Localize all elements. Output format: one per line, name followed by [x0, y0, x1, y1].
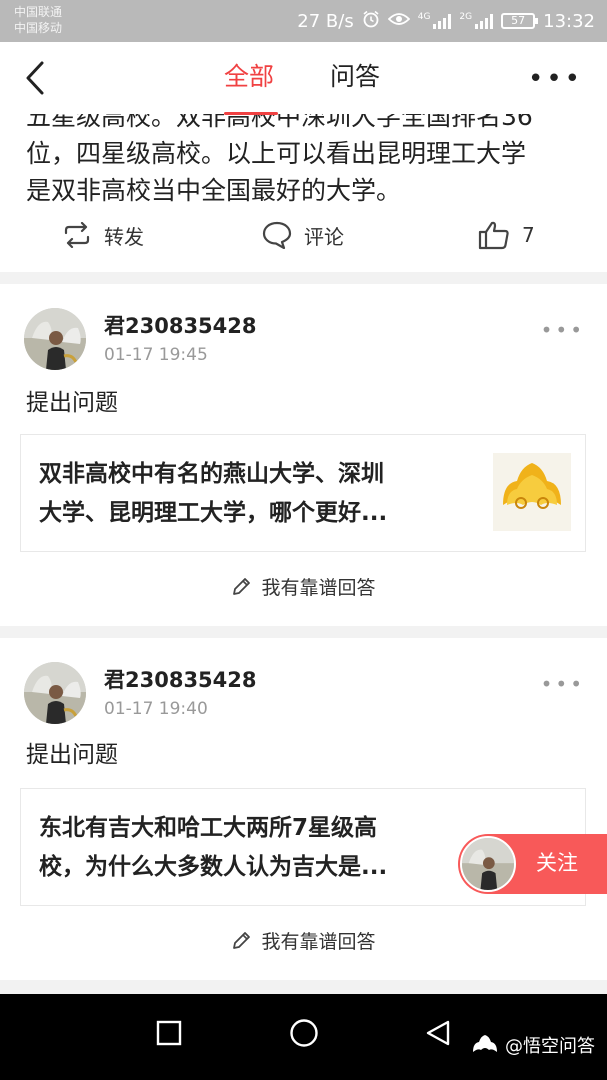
network-type-2: 2G [459, 12, 473, 22]
follow-label: 关注 [536, 851, 578, 875]
answer-label: 我有靠谱回答 [261, 577, 376, 599]
signal-icon: 4G [418, 13, 452, 29]
chevron-left-icon [26, 61, 44, 95]
question-line: 大学、昆明理工大学，哪个更好... [39, 500, 388, 526]
section-divider [0, 980, 607, 994]
post-text: 五星级高校。双非高校中深圳大学全国排名36 位，四星级高校。以上可以看出昆明理工… [26, 98, 586, 209]
carrier-2: 中国移动 [14, 21, 63, 35]
system-nav-bar: @悟空问答 [0, 994, 607, 1080]
question-line: 双非高校中有名的燕山大学、深圳 [39, 461, 384, 487]
avatar[interactable] [24, 662, 86, 724]
active-tab-indicator [224, 112, 278, 115]
network-speed: 27 B/s [297, 10, 354, 32]
watermark: @悟空问答 [471, 1032, 595, 1058]
wukong-logo-icon [493, 453, 571, 531]
post-time: 01-17 19:40 [104, 699, 208, 719]
square-icon [156, 1020, 182, 1046]
watermark-text: @悟空问答 [505, 1036, 595, 1057]
carrier-info: 中国联通 中国移动 [14, 4, 62, 36]
card-more-icon[interactable]: ••• [541, 672, 585, 696]
action-type-label: 提出问题 [26, 390, 118, 416]
post-time: 01-17 19:45 [104, 345, 208, 365]
answer-label: 我有靠谱回答 [261, 931, 376, 953]
question-title: 双非高校中有名的燕山大学、深圳 大学、昆明理工大学，哪个更好... [39, 455, 479, 533]
circle-icon [290, 1019, 318, 1047]
alarm-icon [362, 10, 380, 32]
section-divider [0, 272, 607, 284]
follow-avatar [460, 836, 516, 892]
signal-icon-2: 2G [459, 12, 494, 29]
question-title: 东北有吉大和哈工大两所7星级高 校，为什么大多数人认为吉大是... [39, 809, 479, 887]
post-line: 位，四星级高校。以上可以看出昆明理工大学 [26, 139, 527, 168]
card-more-icon[interactable]: ••• [541, 318, 585, 342]
tab-all[interactable]: 全部 [224, 60, 274, 94]
network-type-1: 4G [417, 12, 431, 22]
battery-icon: 57 [501, 13, 539, 29]
home-button[interactable] [289, 1018, 319, 1052]
carrier-1: 中国联通 [14, 5, 63, 19]
repost-icon [64, 222, 90, 248]
like-count: 7 [522, 223, 535, 247]
activity-card: 君230835428 01-17 19:40 ••• 提出问题 东北有吉大和哈工… [0, 638, 607, 980]
repost-label: 转发 [104, 224, 144, 249]
thumbs-up-icon [478, 221, 509, 250]
status-bar: 中国联通 中国移动 27 B/s 4G 2G 57 13:32 [0, 0, 607, 42]
follow-button[interactable]: 关注 [458, 834, 607, 894]
avatar[interactable] [24, 308, 86, 370]
header: 全部 问答 ••• [0, 42, 607, 115]
recent-apps-button[interactable] [156, 1020, 182, 1050]
section-divider [0, 626, 607, 638]
back-button[interactable] [22, 60, 52, 96]
tab-qa[interactable]: 问答 [330, 60, 380, 94]
wukong-logo-icon [473, 1035, 497, 1052]
activity-card: 君230835428 01-17 19:45 ••• 提出问题 双非高校中有名的… [0, 284, 607, 626]
back-nav-button[interactable] [424, 1019, 452, 1051]
comment-label: 评论 [304, 224, 344, 249]
pencil-icon [233, 578, 251, 595]
clock: 13:32 [543, 10, 595, 32]
question-line: 校，为什么大多数人认为吉大是... [39, 854, 388, 880]
repost-button[interactable]: 转发 [62, 218, 144, 252]
status-icons: 27 B/s 4G 2G 57 13:32 [297, 8, 595, 34]
more-options-icon[interactable]: ••• [528, 66, 583, 92]
answer-button[interactable]: 我有靠谱回答 [0, 574, 607, 602]
eye-icon [387, 11, 410, 31]
pencil-icon [233, 932, 251, 949]
action-type-label: 提出问题 [26, 742, 118, 768]
question-link[interactable]: 双非高校中有名的燕山大学、深圳 大学、昆明理工大学，哪个更好... [20, 434, 586, 552]
like-button[interactable]: 7 [478, 218, 535, 252]
post-line: 是双非高校当中全国最好的大学。 [26, 176, 402, 205]
question-line: 东北有吉大和哈工大两所7星级高 [39, 815, 378, 841]
answer-button[interactable]: 我有靠谱回答 [0, 928, 607, 956]
triangle-back-icon [426, 1020, 450, 1046]
username[interactable]: 君230835428 [104, 312, 257, 340]
comment-button[interactable]: 评论 [262, 218, 344, 252]
comment-icon [262, 221, 292, 249]
username[interactable]: 君230835428 [104, 666, 257, 694]
